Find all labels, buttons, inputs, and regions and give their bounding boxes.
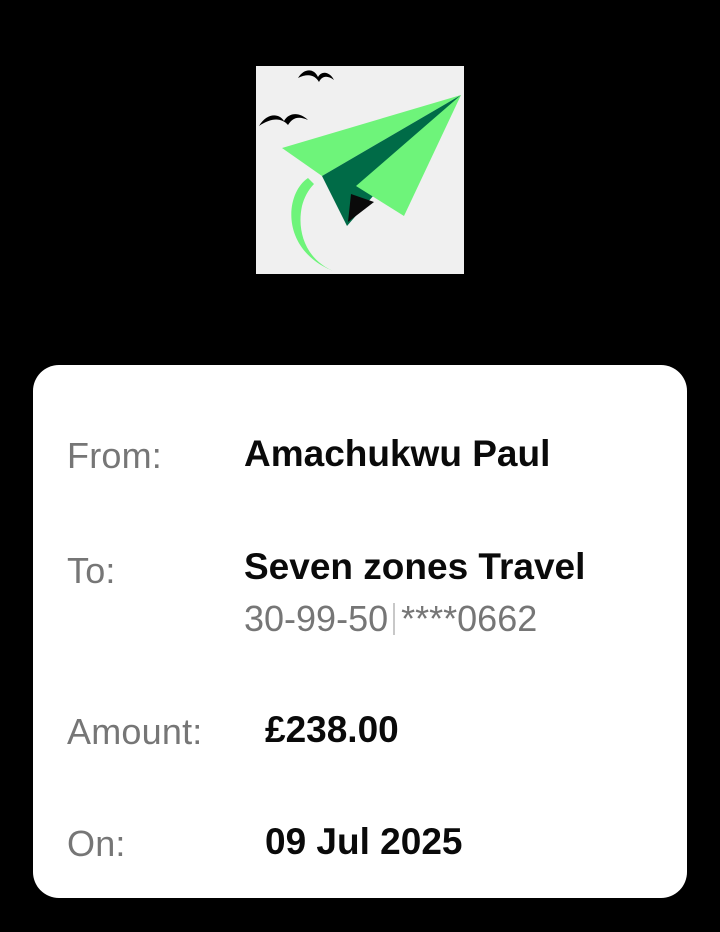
bird-icon	[298, 70, 334, 82]
date-value: 09 Jul 2025	[265, 821, 463, 862]
amount-value: £238.00	[265, 709, 399, 750]
from-value: Amachukwu Paul	[244, 433, 551, 474]
app-logo	[256, 66, 464, 274]
from-label: From:	[67, 435, 162, 476]
paper-plane-icon	[259, 70, 461, 272]
bird-icon	[259, 114, 308, 126]
on-label: On:	[67, 823, 126, 864]
account-details: 30-99-50 ****0662	[244, 599, 537, 639]
payment-details-card: From: Amachukwu Paul To: Seven zones Tra…	[33, 365, 687, 898]
sort-code: 30-99-50	[244, 598, 389, 639]
to-label: To:	[67, 550, 116, 591]
to-value: Seven zones Travel	[244, 546, 586, 587]
account-number: ****0662	[401, 598, 538, 639]
account-divider	[393, 603, 396, 635]
amount-label: Amount:	[67, 711, 203, 752]
